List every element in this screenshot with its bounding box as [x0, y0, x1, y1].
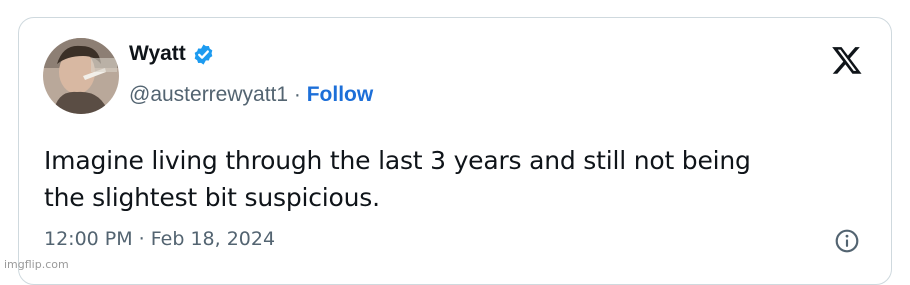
tweet-timestamp[interactable]: 12:00 PM · Feb 18, 2024: [44, 228, 275, 250]
tweet-text: Imagine living through the last 3 years …: [44, 142, 874, 216]
author-handle[interactable]: @austerrewyatt1: [129, 83, 288, 106]
tweet-card: Wyatt @austerrewyatt1 · Follow Imagine l…: [18, 17, 892, 285]
author-row: Wyatt: [129, 42, 215, 66]
tweet-text-line-2: the slightest bit suspicious.: [44, 183, 380, 212]
author-name[interactable]: Wyatt: [129, 42, 186, 66]
separator-dot: ·: [293, 83, 307, 106]
avatar[interactable]: [43, 38, 119, 114]
x-logo-icon[interactable]: [830, 44, 864, 76]
imgflip-watermark: imgflip.com: [4, 258, 69, 271]
verified-badge-icon: [194, 43, 213, 65]
handle-row: @austerrewyatt1 · Follow: [129, 83, 373, 107]
tweet-text-line-1: Imagine living through the last 3 years …: [44, 146, 751, 175]
follow-button[interactable]: Follow: [307, 83, 374, 106]
info-icon[interactable]: [834, 228, 860, 254]
